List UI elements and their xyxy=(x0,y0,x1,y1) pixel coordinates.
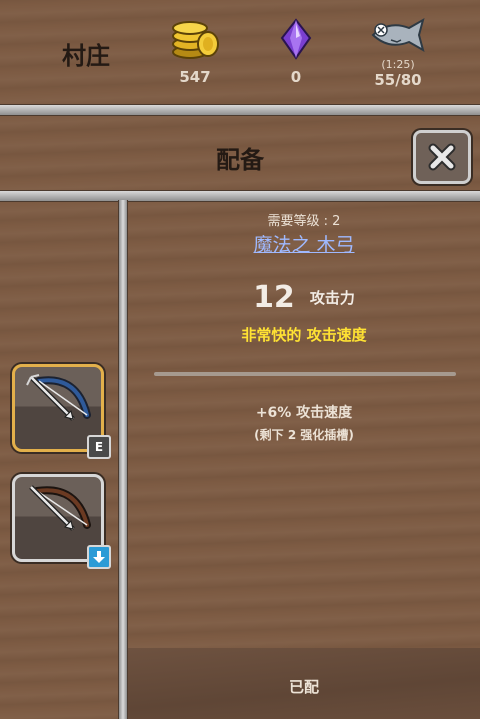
purple-gem-icon xyxy=(280,18,312,60)
attack-value: 12 xyxy=(253,280,295,315)
down-arrow-icon xyxy=(93,551,105,563)
village-name: 村庄 xyxy=(62,42,110,70)
divider xyxy=(154,372,456,376)
required-level: 需要等级 : 2 xyxy=(267,214,341,229)
equipped-label: 已配 xyxy=(288,678,319,696)
fish-resource: (1:25) 55/80 xyxy=(358,16,438,89)
equipment-slot[interactable] xyxy=(12,474,111,569)
fish-timer: (1:25) xyxy=(381,58,415,71)
panel-title-bar: 配备 xyxy=(0,116,480,190)
attack-speed: 非常快的 攻击速度 xyxy=(241,326,367,344)
equipment-slot-list xyxy=(0,202,118,719)
gold-resource: 547 xyxy=(155,18,235,86)
equipped-status-bar: 已配 xyxy=(128,648,480,719)
close-button[interactable] xyxy=(413,130,471,184)
panel-title: 配备 xyxy=(216,146,264,174)
bonus-stat: +6% 攻击速度 xyxy=(255,405,353,421)
gem-count: 0 xyxy=(290,68,302,86)
attack-row: 12 攻击力 xyxy=(128,280,480,315)
equipped-badge: E xyxy=(87,435,111,459)
rail-divider-vertical xyxy=(118,200,128,719)
attack-label: 攻击力 xyxy=(309,289,355,307)
gold-count: 547 xyxy=(179,68,211,86)
rail-divider xyxy=(0,104,480,116)
resource-header: 村庄 547 0 (1:25) 55/80 xyxy=(0,0,480,104)
down-arrow-badge xyxy=(87,545,111,569)
rail-divider xyxy=(0,190,480,202)
fish-count: 55/80 xyxy=(374,71,422,89)
item-name[interactable]: 魔法之 木弓 xyxy=(128,230,480,257)
equipment-slot-selected[interactable]: E xyxy=(12,364,111,459)
fish-icon xyxy=(371,17,425,53)
gold-coins-icon xyxy=(172,21,219,59)
gem-resource: 0 xyxy=(256,18,336,86)
upgrade-slots-remaining: (剩下 2 强化插槽) xyxy=(254,428,354,442)
close-icon xyxy=(428,143,456,171)
item-detail-panel: 需要等级 : 2 魔法之 木弓 12 攻击力 非常快的 攻击速度 +6% 攻击速… xyxy=(128,202,480,719)
